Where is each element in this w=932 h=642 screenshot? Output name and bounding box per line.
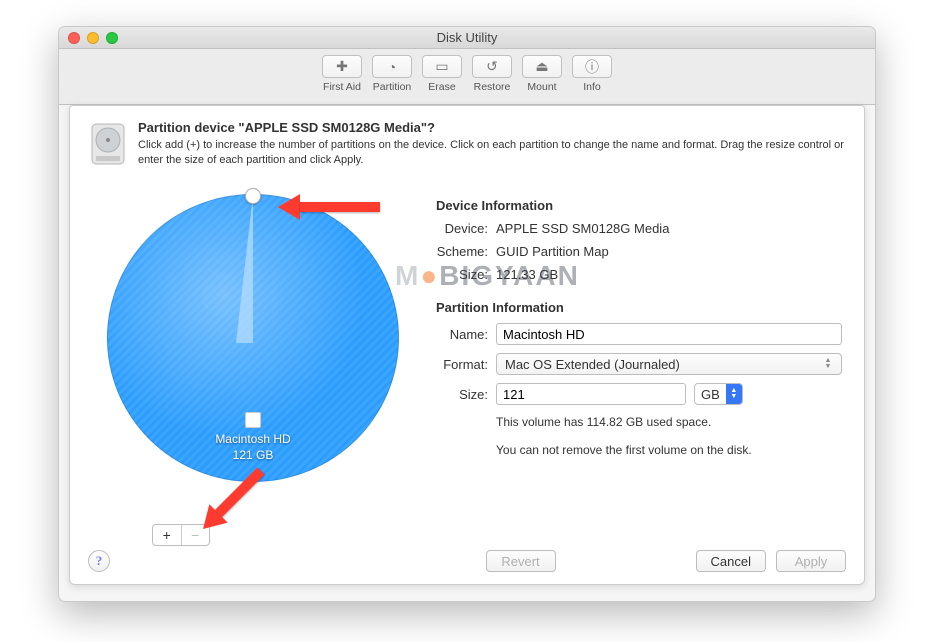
partition-slice-main[interactable]: [107, 194, 399, 482]
scheme-value: GUID Partition Map: [496, 244, 609, 259]
partition-format-value: Mac OS Extended (Journaled): [505, 357, 680, 372]
sheet-title: Partition device "APPLE SSD SM0128G Medi…: [138, 120, 846, 135]
partition-format-label: Format:: [436, 357, 496, 372]
annotation-arrow-handle: [278, 194, 380, 220]
first-aid-button[interactable]: ✚: [322, 55, 362, 78]
partition-sheet: Partition device "APPLE SSD SM0128G Medi…: [69, 105, 865, 585]
remove-restriction-text: You can not remove the first volume on t…: [496, 443, 842, 457]
minimize-icon[interactable]: [87, 32, 99, 44]
restore-button[interactable]: ↺: [472, 55, 512, 78]
resize-handle[interactable]: [245, 188, 261, 204]
used-space-text: This volume has 114.82 GB used space.: [496, 415, 842, 429]
sheet-header: Partition device "APPLE SSD SM0128G Medi…: [88, 120, 846, 168]
info-panel: Device Information Device: APPLE SSD SM0…: [418, 176, 846, 546]
partition-name-label: Name:: [436, 327, 496, 342]
disk-utility-window: Disk Utility ✚ First Aid ◔ Partition ▭ E…: [58, 26, 876, 602]
erase-label: Erase: [428, 81, 455, 93]
partition-button[interactable]: ◔: [372, 55, 412, 78]
add-partition-button[interactable]: +: [153, 525, 181, 545]
window-title: Disk Utility: [59, 30, 875, 45]
device-info-heading: Device Information: [436, 198, 842, 213]
toolbar: ✚ First Aid ◔ Partition ▭ Erase ↺ Restor…: [59, 49, 875, 105]
partition-label: Partition: [373, 81, 412, 93]
disk-size-value: 121.33 GB: [496, 267, 558, 282]
partition-info-heading: Partition Information: [436, 300, 842, 315]
size-unit-select[interactable]: GB ▲▼: [694, 383, 743, 405]
first-aid-label: First Aid: [323, 81, 361, 93]
sheet-footer: ? Revert Cancel Apply: [88, 550, 846, 572]
partition-format-select[interactable]: Mac OS Extended (Journaled) ▲▼: [496, 353, 842, 375]
close-icon[interactable]: [68, 32, 80, 44]
mount-label: Mount: [527, 81, 556, 93]
window-controls: [59, 32, 118, 44]
pie-icon: ◔: [388, 59, 396, 75]
mount-button[interactable]: ⏏: [522, 55, 562, 78]
info-button[interactable]: ⓘ: [572, 55, 612, 78]
device-value: APPLE SSD SM0128G Media: [496, 221, 669, 236]
chevron-updown-icon: ▲▼: [821, 355, 835, 373]
cancel-button[interactable]: Cancel: [696, 550, 766, 572]
toolbar-group: ✚ First Aid ◔ Partition ▭ Erase ↺ Restor…: [317, 55, 617, 93]
partition-slice-wedge: [236, 195, 253, 343]
zoom-icon[interactable]: [106, 32, 118, 44]
partition-name-input[interactable]: [496, 323, 842, 345]
sheet-description: Click add (+) to increase the number of …: [138, 138, 846, 168]
info-label: Info: [583, 81, 601, 93]
device-label: Device:: [436, 221, 496, 236]
stethoscope-icon: ✚: [336, 58, 348, 75]
eraser-icon: ▭: [435, 58, 448, 75]
info-icon: ⓘ: [585, 57, 599, 77]
erase-button[interactable]: ▭: [422, 55, 462, 78]
disk-size-label: Size:: [436, 267, 496, 282]
restore-label: Restore: [474, 81, 511, 93]
chevron-updown-icon: ▲▼: [726, 384, 742, 404]
partition-size-label: Size:: [436, 387, 496, 402]
revert-button[interactable]: Revert: [486, 550, 556, 572]
mount-icon: ⏏: [535, 58, 548, 75]
titlebar: Disk Utility: [59, 27, 875, 49]
partition-chart-area: Macintosh HD 121 GB + −: [88, 176, 418, 546]
help-button[interactable]: ?: [88, 550, 110, 572]
scheme-label: Scheme:: [436, 244, 496, 259]
partition-pie-chart[interactable]: [107, 194, 399, 482]
partition-size-input[interactable]: [496, 383, 686, 405]
sheet-body: Macintosh HD 121 GB + − Device Informati…: [88, 176, 846, 546]
size-unit-value: GB: [695, 387, 726, 402]
restore-icon: ↺: [486, 58, 498, 75]
apply-button[interactable]: Apply: [776, 550, 846, 572]
harddrive-icon: [88, 120, 128, 168]
